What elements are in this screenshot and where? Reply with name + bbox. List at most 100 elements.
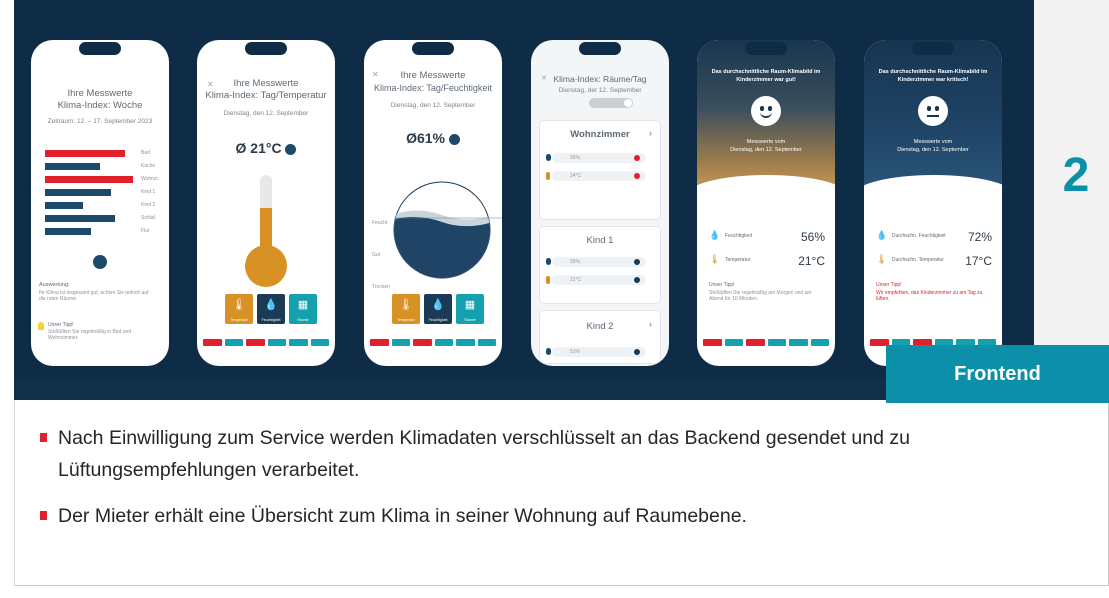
phone-date-range: Zeitraum: 12. – 17. September 2023 xyxy=(47,118,153,125)
climate-headline: Das durchschnittliche Raum-Klimabild im … xyxy=(878,69,988,83)
metric-value: 72% xyxy=(967,230,992,244)
tab-temperature[interactable]: 🌡 Temperatur xyxy=(392,294,420,324)
tip-title: Unser Tipp! xyxy=(876,282,902,288)
tab-rooms[interactable]: ▦ Räume xyxy=(289,294,317,324)
wave-divider xyxy=(697,175,835,215)
bar-label: Bad xyxy=(141,150,150,156)
bar-label: Kind 1 xyxy=(141,189,156,195)
room-card[interactable]: Wohnzimmer › 56% 24°C xyxy=(539,120,661,220)
nav-item[interactable] xyxy=(746,339,765,346)
metric-value: 17°C xyxy=(965,254,992,268)
humidity-gauge xyxy=(393,181,502,279)
phone-notch xyxy=(745,42,787,55)
phone-rooms-index: ✕ Klima-Index: Räume/Tag Dienstag, der 1… xyxy=(531,40,669,366)
section-tag: Frontend xyxy=(886,345,1109,403)
phone-climate-good: Das durchschnittliche Raum-Klimabild im … xyxy=(697,40,835,366)
room-card[interactable]: Kind 1 55% 21°C xyxy=(539,226,661,304)
tab-humidity[interactable]: 💧 Feuchtigkeit xyxy=(257,294,285,324)
tab-rooms[interactable]: ▦ Räume xyxy=(456,294,484,324)
banner-bottom-strip xyxy=(14,380,1034,400)
sad-face-icon xyxy=(918,96,948,126)
phone-notch xyxy=(579,42,621,55)
bar-row: Küche xyxy=(45,163,165,170)
measurement-date: Dienstag, den 12. September xyxy=(897,147,969,153)
humidity-value: 51% xyxy=(570,349,581,355)
nav-item[interactable] xyxy=(789,339,808,346)
phone-date: Dienstag, der 12. September xyxy=(558,87,642,94)
phone-humidity-index: ✕ Ihre Messwerte Klima-Index: Tag/Feucht… xyxy=(364,40,502,366)
tab-label: Räume xyxy=(297,318,309,322)
bar xyxy=(45,150,125,157)
view-toggle[interactable] xyxy=(589,98,633,108)
thermometer-icon xyxy=(546,276,550,284)
droplet-icon: 💧 xyxy=(264,299,278,311)
thermometer-bulb xyxy=(245,245,287,287)
bar-label: Küche xyxy=(141,163,156,169)
phone-temperature-index: ✕ Ihre Messwerte Klima-Index: Tag/Temper… xyxy=(197,40,335,366)
room-card[interactable]: Kind 2 › 51% xyxy=(539,310,661,364)
measurement-caption: Messwerte vom xyxy=(746,139,786,145)
nav-item[interactable] xyxy=(456,339,475,346)
nav-item[interactable] xyxy=(289,339,308,346)
bar-row: Wohnzi. xyxy=(45,176,165,183)
bottom-nav xyxy=(203,339,329,346)
evaluation-title: Auswertung: xyxy=(39,282,70,288)
wave-divider xyxy=(864,175,1002,215)
bullet-list: Nach Einwilligung zum Service werden Kli… xyxy=(40,422,1080,546)
humidity-metric: 💧 Durchschn. Feuchtigkeit 72% xyxy=(876,230,992,244)
humidity-row: 51% xyxy=(552,347,646,357)
nav-item[interactable] xyxy=(767,339,786,346)
chevron-right-icon[interactable]: › xyxy=(649,319,652,329)
nav-item[interactable] xyxy=(203,339,222,346)
tip-title: Unser Tipp! xyxy=(48,322,74,328)
bar xyxy=(45,228,91,235)
happy-face-icon xyxy=(751,96,781,126)
metric-label: Temperatur xyxy=(725,257,751,263)
chevron-right-icon[interactable]: › xyxy=(649,128,652,138)
tab-humidity[interactable]: 💧 Feuchtigkeit xyxy=(424,294,452,324)
nav-item[interactable] xyxy=(246,339,265,346)
floorplan-icon: ▦ xyxy=(297,299,309,311)
phone-subtitle: Klima-Index: Tag/Feuchtigkeit xyxy=(374,83,492,93)
nav-item[interactable] xyxy=(434,339,453,346)
nav-item[interactable] xyxy=(413,339,432,346)
nav-item[interactable] xyxy=(370,339,389,346)
bar xyxy=(45,163,100,170)
bar xyxy=(45,176,133,183)
app-screens-banner: Ihre Messwerte Klima-Index: Woche Zeitra… xyxy=(14,0,1034,400)
phone-subtitle: Klima-Index: Tag/Temperatur xyxy=(205,90,327,101)
tab-temperature[interactable]: 🌡 Temperatur xyxy=(225,294,253,324)
nav-item[interactable] xyxy=(810,339,829,346)
evaluation-text: Ihr Klima ist insgesamt gut, achten Sie … xyxy=(39,290,149,302)
bar-row: Bad xyxy=(45,150,165,157)
nav-item[interactable] xyxy=(724,339,743,346)
nav-item[interactable] xyxy=(224,339,243,346)
bottom-nav xyxy=(370,339,496,346)
nav-item[interactable] xyxy=(391,339,410,346)
status-dot xyxy=(634,173,640,179)
phone-title: Ihre Messwerte xyxy=(400,70,466,81)
droplet-icon xyxy=(546,258,551,265)
scale-label-good: Gut xyxy=(372,252,381,258)
nav-item[interactable] xyxy=(310,339,329,346)
nav-item[interactable] xyxy=(267,339,286,346)
bar-label: Flur xyxy=(141,228,150,234)
nav-item[interactable] xyxy=(477,339,496,346)
measurement-caption: Messwerte vom xyxy=(913,139,953,145)
tab-label: Feuchtigkeit xyxy=(428,318,448,322)
temperature-metric: 🌡 Durchschn. Temperatur 17°C xyxy=(876,254,992,268)
average-humidity-value: Ø61% xyxy=(406,130,446,146)
temperature-row: 21°C xyxy=(552,275,646,285)
bar-row: Schlaf. xyxy=(45,215,165,222)
tip-text: Wir empfehlen, das Kinderzimmer zu am Ta… xyxy=(876,290,983,302)
nav-item[interactable] xyxy=(703,339,722,346)
metric-label: Durchschn. Feuchtigkeit xyxy=(892,233,946,239)
droplet-icon xyxy=(546,348,551,355)
phone-title: Ihre Messwerte xyxy=(233,78,299,89)
room-name: Kind 2 xyxy=(586,321,614,332)
temperature-value: 24°C xyxy=(570,173,582,179)
phone-notch xyxy=(245,42,287,55)
bar-row: Kind 1 xyxy=(45,189,165,196)
happy-face-icon xyxy=(93,255,107,269)
phone-notch xyxy=(412,42,454,55)
